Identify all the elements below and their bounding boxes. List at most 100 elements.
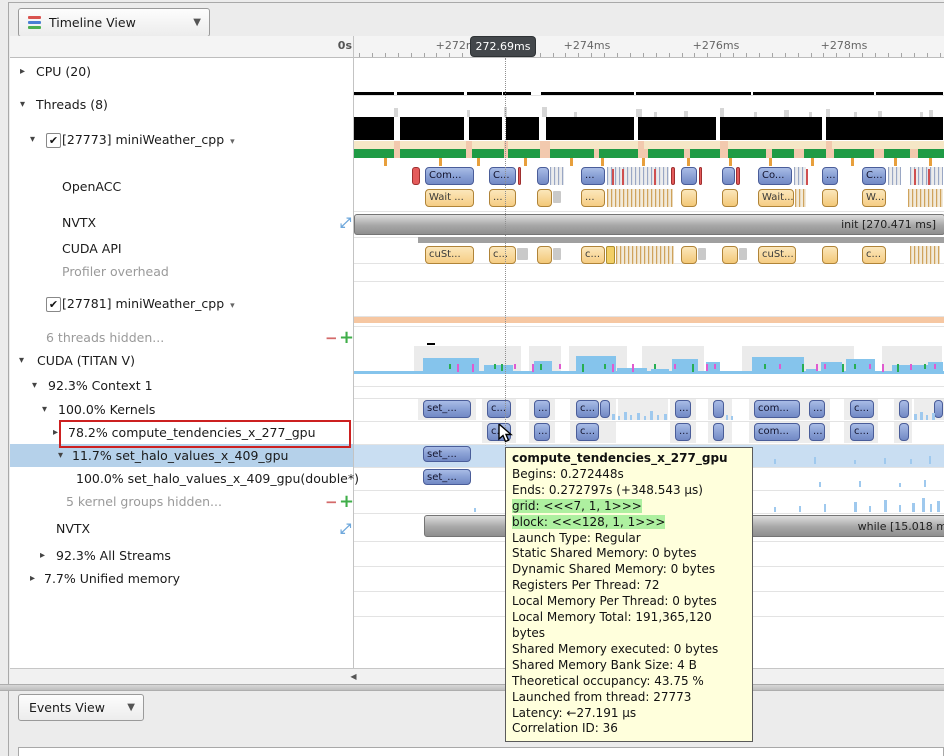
- sidebar-item-kernels[interactable]: ▾100.0% Kernels: [10, 402, 353, 419]
- collapse-arrow-icon[interactable]: ▾: [32, 380, 37, 391]
- kernel-block[interactable]: [537, 167, 549, 185]
- expand-arrow-icon[interactable]: ▸: [53, 427, 58, 438]
- row-options-caret-icon[interactable]: ▾: [230, 301, 235, 311]
- sidebar-item-proc-27781[interactable]: ✔[27781] miniWeather_cpp▾: [10, 296, 353, 313]
- visibility-checkbox[interactable]: ✔: [46, 133, 61, 148]
- dense-events-region[interactable]: [908, 189, 943, 207]
- api-call-block[interactable]: W...: [862, 189, 886, 207]
- kernel-block[interactable]: ...: [534, 423, 550, 441]
- api-call-block[interactable]: ...: [581, 189, 605, 207]
- expand-arrow-icon[interactable]: ▸: [30, 573, 35, 584]
- sidebar-item-all-streams[interactable]: ▸92.3% All Streams: [10, 548, 353, 565]
- dense-events-region[interactable]: [910, 246, 940, 264]
- collapse-arrow-icon[interactable]: ▾: [42, 404, 47, 415]
- timeline-view-dropdown[interactable]: Timeline View ▼: [18, 8, 210, 37]
- collapse-arrow-icon[interactable]: ▾: [30, 134, 35, 145]
- add-filter-icon[interactable]: +: [339, 491, 354, 512]
- sidebar-item-threads-hidden[interactable]: 6 threads hidden...−+: [10, 330, 353, 347]
- events-view-dropdown[interactable]: Events View ▼: [18, 694, 144, 721]
- kernel-block[interactable]: Co...: [758, 167, 792, 185]
- kernel-block[interactable]: Com...: [425, 167, 474, 185]
- expand-row-icon[interactable]: ⤢: [340, 215, 351, 231]
- kernel-block[interactable]: ...: [822, 167, 838, 185]
- error-marker-block[interactable]: [518, 167, 521, 185]
- api-call-block[interactable]: cuSt...: [425, 246, 474, 264]
- sidebar-item-cuda-gpu[interactable]: ▾CUDA (TITAN V): [10, 353, 353, 370]
- sidebar-item-set-halo-fn[interactable]: 100.0% set_halo_values_x_409_gpu(double*…: [10, 471, 353, 488]
- sidebar-item-kernel-groups-hidden[interactable]: 5 kernel groups hidden...−+: [10, 494, 353, 511]
- expand-arrow-icon[interactable]: ▸: [40, 550, 45, 561]
- api-call-block[interactable]: [681, 189, 697, 207]
- kernel-block[interactable]: ...: [809, 423, 825, 441]
- expand-arrow-icon[interactable]: ▸: [20, 66, 25, 77]
- kernel-block[interactable]: ...: [675, 423, 691, 441]
- dense-events-region[interactable]: [550, 167, 564, 185]
- api-call-block[interactable]: Wait...: [758, 189, 794, 207]
- panel-splitter[interactable]: [0, 684, 944, 691]
- api-call-block[interactable]: c...: [581, 246, 605, 264]
- sidebar-item-profiler-overhead[interactable]: Profiler overhead: [10, 264, 353, 281]
- sidebar-item-cpu[interactable]: ▸CPU (20): [10, 64, 353, 81]
- add-filter-icon[interactable]: +: [339, 327, 354, 348]
- scroll-left-button[interactable]: ◀: [346, 671, 361, 683]
- api-call-block[interactable]: [537, 189, 552, 207]
- window-top-border: [8, 2, 944, 3]
- kernel-block[interactable]: [713, 423, 724, 441]
- visibility-checkbox[interactable]: ✔: [46, 297, 61, 312]
- api-call-block[interactable]: [722, 189, 738, 207]
- sidebar-item-proc-27773[interactable]: ▾✔[27773] miniWeather_cpp▾: [10, 132, 353, 149]
- api-call-block[interactable]: c...: [489, 246, 516, 264]
- kernel-block[interactable]: c...: [850, 423, 874, 441]
- remove-filter-icon[interactable]: −: [325, 329, 338, 347]
- dense-events-region[interactable]: [616, 246, 674, 264]
- api-call-block[interactable]: [681, 246, 697, 264]
- thread-gray-spikes-bar: [467, 110, 470, 117]
- timeline-hscrollbar[interactable]: ◀: [10, 668, 944, 684]
- sidebar-item-context1[interactable]: ▾92.3% Context 1: [10, 378, 353, 395]
- dense-events-region[interactable]: [888, 167, 901, 185]
- sidebar-item-cuda-api[interactable]: CUDA API: [10, 241, 353, 258]
- kernel-block[interactable]: [899, 423, 909, 441]
- error-marker-block[interactable]: [699, 167, 702, 185]
- sidebar-item-openacc[interactable]: OpenACC: [10, 179, 353, 196]
- tooltip-line: Ends: 0.272797s (+348.543 µs): [512, 483, 746, 499]
- dense-events-region[interactable]: [607, 167, 669, 185]
- api-call-block[interactable]: [822, 189, 838, 207]
- kernel-block[interactable]: [681, 167, 697, 185]
- sidebar-item-unified-memory[interactable]: ▸7.7% Unified memory: [10, 571, 353, 588]
- sidebar-item-set-halo[interactable]: ▾11.7% set_halo_values_x_409_gpu: [10, 448, 353, 465]
- kernel-block[interactable]: [722, 167, 735, 185]
- collapse-arrow-icon[interactable]: ▾: [58, 450, 63, 461]
- sidebar-item-nvtx-thread[interactable]: NVTX⤢: [10, 215, 353, 232]
- kernel-block[interactable]: ...: [581, 167, 605, 185]
- dense-events-region[interactable]: [794, 167, 806, 185]
- api-call-block[interactable]: ...: [489, 189, 516, 207]
- tooltip-line: Launch Type: Regular: [512, 531, 746, 547]
- kernel-block[interactable]: c...: [576, 423, 599, 441]
- sidebar-item-threads[interactable]: ▾Threads (8): [10, 97, 353, 114]
- error-marker-block[interactable]: [412, 167, 420, 185]
- collapse-arrow-icon[interactable]: ▾: [19, 355, 24, 366]
- expand-row-icon[interactable]: ⤢: [340, 521, 351, 537]
- api-call-block[interactable]: [537, 246, 552, 264]
- api-call-block[interactable]: [722, 246, 738, 264]
- error-marker-block[interactable]: [736, 167, 740, 185]
- api-call-block[interactable]: c...: [862, 246, 886, 264]
- kernel-block[interactable]: C...: [489, 167, 516, 185]
- api-call-block[interactable]: cuSt...: [758, 246, 796, 264]
- sidebar-item-nvtx-cuda[interactable]: NVTX⤢: [10, 521, 353, 538]
- sync-block[interactable]: [606, 246, 615, 264]
- remove-filter-icon[interactable]: −: [325, 493, 338, 511]
- error-marker-block[interactable]: [671, 167, 675, 185]
- row-options-caret-icon[interactable]: ▾: [230, 137, 235, 147]
- collapse-arrow-icon[interactable]: ▾: [20, 99, 25, 110]
- api-call-block[interactable]: Wait ...: [425, 189, 474, 207]
- kernel-block[interactable]: com...: [754, 423, 800, 441]
- cpu-usage-segment: [541, 92, 634, 95]
- dense-events-region[interactable]: [795, 189, 806, 207]
- thread-state-segment: [400, 117, 464, 140]
- api-call-block[interactable]: [822, 246, 838, 264]
- dense-events-region[interactable]: [607, 189, 673, 207]
- kernel-block[interactable]: C...: [862, 167, 886, 185]
- nvtx-range-bar[interactable]: init [270.471 ms]: [354, 214, 944, 235]
